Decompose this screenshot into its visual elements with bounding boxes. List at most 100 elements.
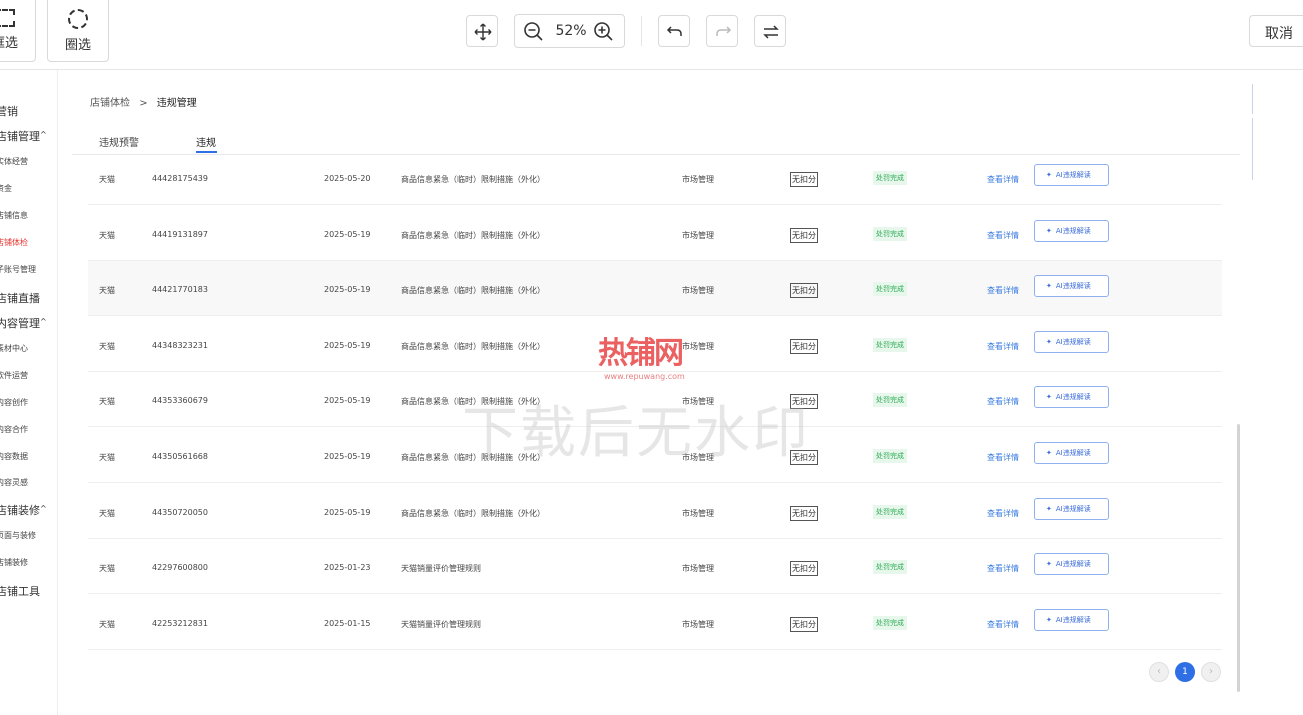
violation-rule: 商品信息紧急（临时）限制措施（外化） — [401, 508, 545, 518]
sparkle-icon: ✦ — [1046, 560, 1052, 569]
sparkle-icon: ✦ — [1046, 171, 1052, 179]
sidebar-item-live[interactable]: 店铺直播 — [0, 290, 40, 306]
violation-id: 44348323231 — [152, 340, 208, 350]
view-detail-link[interactable]: 查看详情 — [987, 619, 1019, 630]
sidebar-item-pages[interactable]: 页面与装修 — [0, 530, 36, 541]
ai-interpret-label: AI违规解读 — [1055, 449, 1091, 457]
table-row: 天猫 44419131897 2025-05-19 商品信息紧急（临时）限制措施（外化… — [88, 206, 1222, 261]
sidebar-item-data[interactable]: 内容数据 — [0, 451, 28, 462]
shop-name: 天猫 — [99, 230, 115, 240]
lasso-select-icon — [68, 9, 88, 29]
table-row: 天猫 44421770183 2025-05-19 商品信息紧急（临时）限制措施（外化… — [88, 261, 1222, 317]
ai-interpret-button[interactable]: ✦ AI违规解读 — [1034, 553, 1109, 576]
violation-id: 44353360679 — [152, 396, 208, 406]
status-badge: 处罚完成 — [873, 560, 907, 575]
violation-category: 市场管理 — [682, 286, 714, 296]
view-detail-link[interactable]: 查看详情 — [987, 563, 1019, 574]
sidebar-item-cooperation[interactable]: 内容合作 — [0, 424, 28, 435]
violation-category: 市场管理 — [682, 508, 714, 518]
deduction-badge: 无扣分 — [790, 616, 818, 632]
ai-interpret-label: AI违规解读 — [1055, 560, 1091, 569]
ai-interpret-button[interactable]: ✦ AI违规解读 — [1034, 386, 1109, 409]
breadcrumb-parent[interactable]: 店铺体检 — [90, 98, 130, 109]
sidebar-item-shop-decor[interactable]: 店铺装修 — [0, 557, 28, 568]
swap-button[interactable] — [754, 15, 786, 47]
tab-violation-warning[interactable]: 违规预警 — [99, 134, 139, 149]
ai-interpret-label: AI违规解读 — [1055, 282, 1091, 291]
tab-violation[interactable]: 违规 — [196, 134, 216, 149]
violation-date: 2025-05-19 — [324, 285, 371, 295]
sidebar-item-shop-check[interactable]: 店铺体检 — [0, 237, 28, 248]
view-detail-link[interactable]: 查看详情 — [987, 341, 1019, 352]
sidebar-item-entity[interactable]: 实体经营 — [0, 156, 28, 167]
view-detail-link[interactable]: 查看详情 — [987, 452, 1019, 463]
chevron-up-icon[interactable]: ^ — [40, 317, 47, 326]
sparkle-icon: ✦ — [1046, 393, 1052, 402]
shop-name: 天猫 — [99, 508, 115, 518]
view-detail-link[interactable]: 查看详情 — [987, 285, 1019, 296]
shop-name: 天猫 — [99, 341, 115, 351]
ai-interpret-label: AI违规解读 — [1055, 171, 1091, 179]
next-page-button[interactable]: › — [1201, 662, 1221, 682]
chevron-up-icon[interactable]: ^ — [40, 504, 47, 513]
sparkle-icon: ✦ — [1046, 449, 1052, 457]
sidebar: 营销 店铺管理 ^ 实体经营 资金 店铺信息 店铺体检 子账号管理 店铺直播 内… — [0, 70, 58, 715]
sidebar-item-tools[interactable]: 店铺工具 — [0, 583, 40, 599]
ai-interpret-button[interactable]: ✦ AI违规解读 — [1034, 497, 1109, 520]
status-badge: 处罚完成 — [873, 337, 907, 352]
redo-button[interactable] — [706, 15, 738, 47]
violation-id: 44419131897 — [152, 229, 208, 239]
violation-date: 2025-05-19 — [324, 452, 371, 461]
sidebar-item-content[interactable]: 内容管理 — [0, 315, 40, 331]
undo-button[interactable] — [658, 15, 690, 47]
violation-date: 2025-05-19 — [324, 229, 371, 239]
rect-select-tool[interactable]: 框选 — [0, 0, 36, 62]
ai-interpret-button[interactable]: ✦ AI违规解读 — [1034, 442, 1109, 464]
status-badge: 处罚完成 — [873, 449, 907, 463]
zoom-in-icon[interactable] — [593, 21, 615, 43]
violation-category: 市场管理 — [682, 175, 714, 184]
page-number-current[interactable]: 1 — [1175, 662, 1195, 682]
lasso-select-tool[interactable]: 圈选 — [47, 0, 109, 62]
sidebar-item-materials[interactable]: 素材中心 — [0, 343, 28, 354]
zoom-out-icon[interactable] — [523, 21, 545, 43]
status-badge: 处罚完成 — [873, 393, 907, 408]
sparkle-icon: ✦ — [1046, 615, 1052, 624]
status-badge: 处罚完成 — [873, 226, 907, 241]
sidebar-item-marketing[interactable]: 营销 — [0, 103, 18, 119]
violation-category: 市场管理 — [682, 230, 714, 240]
sparkle-icon: ✦ — [1046, 226, 1052, 235]
prev-page-button[interactable]: ‹ — [1149, 662, 1169, 682]
move-button[interactable] — [466, 15, 498, 47]
sidebar-item-software[interactable]: 软件运营 — [0, 370, 28, 381]
sidebar-item-shop-info[interactable]: 店铺信息 — [0, 210, 28, 221]
violation-id: 42253212831 — [152, 618, 208, 628]
ai-interpret-button[interactable]: ✦ AI违规解读 — [1034, 164, 1109, 186]
sidebar-item-shop-management[interactable]: 店铺管理 — [0, 128, 40, 144]
breadcrumb-separator: > — [139, 98, 148, 109]
ai-interpret-button[interactable]: ✦ AI违规解读 — [1034, 330, 1109, 353]
scrollbar[interactable] — [1237, 424, 1240, 692]
sidebar-item-sub-accounts[interactable]: 子账号管理 — [0, 264, 36, 275]
status-badge: 处罚完成 — [873, 615, 907, 630]
violation-id: 44350561668 — [152, 452, 208, 461]
ai-interpret-label: AI违规解读 — [1055, 337, 1091, 346]
watermark-logo: 热铺网 — [598, 336, 684, 371]
chevron-up-icon[interactable]: ^ — [40, 130, 47, 139]
cancel-button[interactable]: 取消 — [1249, 15, 1303, 47]
divider — [1252, 84, 1253, 114]
view-detail-link[interactable]: 查看详情 — [987, 230, 1019, 241]
ai-interpret-button[interactable]: ✦ AI违规解读 — [1034, 219, 1109, 242]
view-detail-link[interactable]: 查看详情 — [987, 508, 1019, 519]
violation-rule: 商品信息紧急（临时）限制措施（外化） — [401, 230, 545, 240]
sidebar-item-decoration[interactable]: 店铺装修 — [0, 502, 40, 518]
sidebar-item-creation[interactable]: 内容创作 — [0, 397, 28, 408]
ai-interpret-button[interactable]: ✦ AI违规解读 — [1034, 608, 1109, 631]
violation-rule: 天猫销量评价管理规则 — [401, 564, 481, 574]
view-detail-link[interactable]: 查看详情 — [987, 174, 1019, 185]
sidebar-item-funds[interactable]: 资金 — [0, 183, 12, 194]
view-detail-link[interactable]: 查看详情 — [987, 396, 1019, 407]
sidebar-item-inspiration[interactable]: 内容灵感 — [0, 477, 28, 488]
ai-interpret-button[interactable]: ✦ AI违规解读 — [1034, 275, 1109, 298]
zoom-level: 52% — [555, 23, 587, 39]
